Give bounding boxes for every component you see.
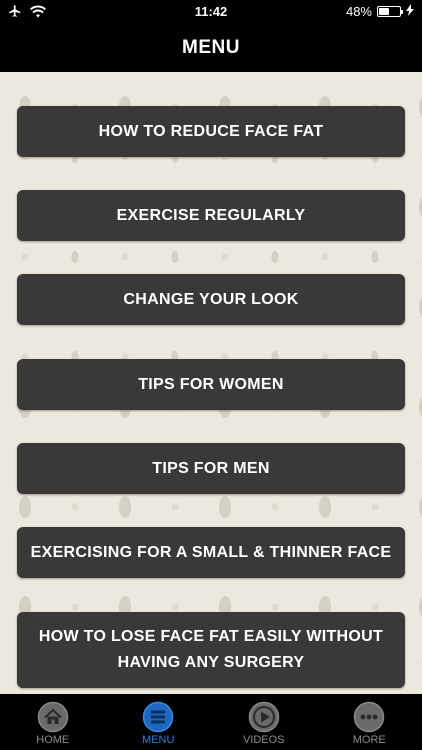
menu-item-tips-for-women[interactable]: TIPS FOR WOMEN [17, 359, 405, 410]
battery-fill [379, 8, 389, 15]
menu-item-exercise-regularly[interactable]: EXERCISE REGULARLY [17, 190, 405, 241]
status-bar: 11:42 48% [0, 0, 422, 24]
menu-item-lose-face-fat-no-surgery[interactable]: HOW TO LOSE FACE FAT EASILY WITHOUT HAVI… [17, 612, 405, 688]
charging-bolt-icon [406, 4, 414, 19]
more-icon [354, 701, 385, 733]
tab-more[interactable]: MORE [317, 694, 422, 750]
tab-home-label: HOME [36, 734, 70, 746]
tab-bar: HOME MENU VIDEOS MORE [0, 694, 422, 750]
menu-item-small-thinner-face[interactable]: EXERCISING FOR A SMALL & THINNER FACE [17, 527, 405, 578]
tab-menu-label: MENU [142, 734, 175, 746]
tab-more-label: MORE [352, 734, 386, 746]
page-title: MENU [182, 37, 240, 58]
tab-videos-label: VIDEOS [242, 734, 285, 746]
menu-icon [143, 701, 174, 733]
play-icon [248, 701, 279, 733]
menu-item-tips-for-men[interactable]: TIPS FOR MEN [17, 443, 405, 494]
menu-item-change-your-look[interactable]: CHANGE YOUR LOOK [17, 274, 405, 325]
menu-item-reduce-face-fat[interactable]: HOW TO REDUCE FACE FAT [17, 106, 405, 157]
nav-header: MENU [0, 24, 422, 72]
tab-menu[interactable]: MENU [106, 694, 212, 750]
status-right: 48% [346, 4, 414, 19]
tab-videos[interactable]: VIDEOS [211, 694, 317, 750]
tab-home[interactable]: HOME [0, 694, 106, 750]
menu-content[interactable]: HOW TO REDUCE FACE FAT EXERCISE REGULARL… [0, 72, 422, 694]
battery-icon [377, 6, 403, 17]
battery-percent: 48% [345, 4, 372, 19]
home-icon [37, 701, 68, 733]
